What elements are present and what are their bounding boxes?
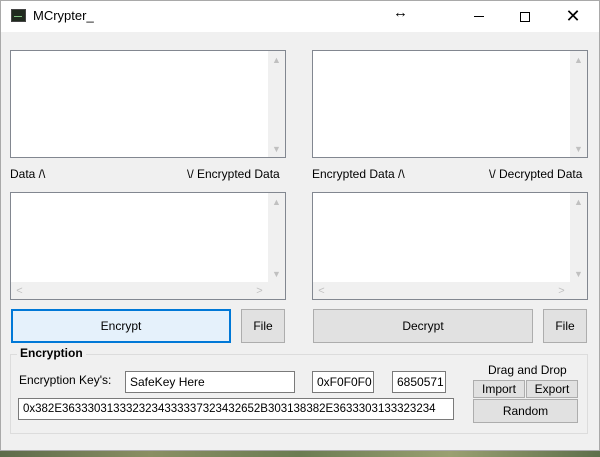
scroll-corner [268, 282, 285, 299]
horizontal-scrollbar[interactable]: < > [11, 282, 285, 299]
drag-drop-label: Drag and Drop [488, 363, 567, 377]
close-button[interactable]: ✕ [550, 1, 596, 32]
vertical-scrollbar[interactable]: ▲ ▼ [268, 193, 285, 282]
vertical-scrollbar[interactable]: ▲ ▼ [268, 51, 285, 157]
vertical-scrollbar[interactable]: ▲ ▼ [570, 51, 587, 157]
vertical-scrollbar[interactable]: ▲ ▼ [570, 193, 587, 282]
encryption-key-input[interactable]: SafeKey Here [125, 371, 295, 393]
file-button-encrypt[interactable]: File [241, 309, 285, 343]
import-button[interactable]: Import [473, 380, 525, 398]
maximize-button[interactable] [502, 1, 548, 32]
maximize-icon [520, 11, 530, 22]
window-title: MCrypter_ [33, 8, 94, 23]
desktop-background-strip [0, 451, 600, 457]
scroll-up-icon[interactable]: ▲ [268, 51, 285, 68]
minimize-button[interactable] [456, 1, 502, 32]
scroll-down-icon[interactable]: ▼ [570, 140, 587, 157]
scroll-up-icon[interactable]: ▲ [570, 193, 587, 210]
horizontal-scrollbar[interactable]: < > [313, 282, 587, 299]
decrypted-output-textbox[interactable]: ▲ ▼ < > [312, 192, 588, 300]
encryption-group-title: Encryption [17, 346, 86, 360]
data-label: Data /\ [10, 167, 46, 181]
app-icon [11, 9, 26, 22]
move-icon: ↔ [393, 4, 408, 21]
numeric-key-input[interactable]: 6850571 [392, 371, 446, 393]
data-input-textbox[interactable]: ▲ ▼ [10, 50, 286, 158]
title-bar[interactable]: MCrypter_ ↔ ✕ [1, 1, 599, 32]
hex-key-input[interactable]: 0xF0F0F0 [312, 371, 374, 393]
random-button[interactable]: Random [473, 399, 578, 423]
export-button[interactable]: Export [526, 380, 578, 398]
scroll-down-icon[interactable]: ▼ [570, 265, 587, 282]
encryption-key-label: Encryption Key's: [19, 373, 112, 387]
scroll-right-icon[interactable]: > [553, 282, 570, 299]
decrypt-button[interactable]: Decrypt [313, 309, 533, 343]
scroll-left-icon[interactable]: < [313, 282, 330, 299]
scroll-down-icon[interactable]: ▼ [268, 140, 285, 157]
decrypted-data-label: \/ Decrypted Data [489, 167, 583, 181]
minimize-icon [474, 16, 484, 17]
encrypted-data-output-label: \/ Encrypted Data [187, 167, 280, 181]
encrypted-output-textbox[interactable]: ▲ ▼ < > [10, 192, 286, 300]
scroll-right-icon[interactable]: > [251, 282, 268, 299]
encrypted-input-textbox[interactable]: ▲ ▼ [312, 50, 588, 158]
encrypt-button[interactable]: Encrypt [11, 309, 231, 343]
main-window: MCrypter_ ↔ ✕ ▲ ▼ ▲ ▼ Data /\ \/ Encrypt… [0, 0, 600, 451]
scroll-up-icon[interactable]: ▲ [268, 193, 285, 210]
scroll-down-icon[interactable]: ▼ [268, 265, 285, 282]
scroll-left-icon[interactable]: < [11, 282, 28, 299]
file-button-decrypt[interactable]: File [543, 309, 587, 343]
long-key-input[interactable]: 0x382E3633303133323234333337323432652B30… [18, 398, 454, 420]
encrypted-data-input-label: Encrypted Data /\ [312, 167, 405, 181]
scroll-up-icon[interactable]: ▲ [570, 51, 587, 68]
close-icon: ✕ [565, 5, 581, 27]
scroll-corner [570, 282, 587, 299]
